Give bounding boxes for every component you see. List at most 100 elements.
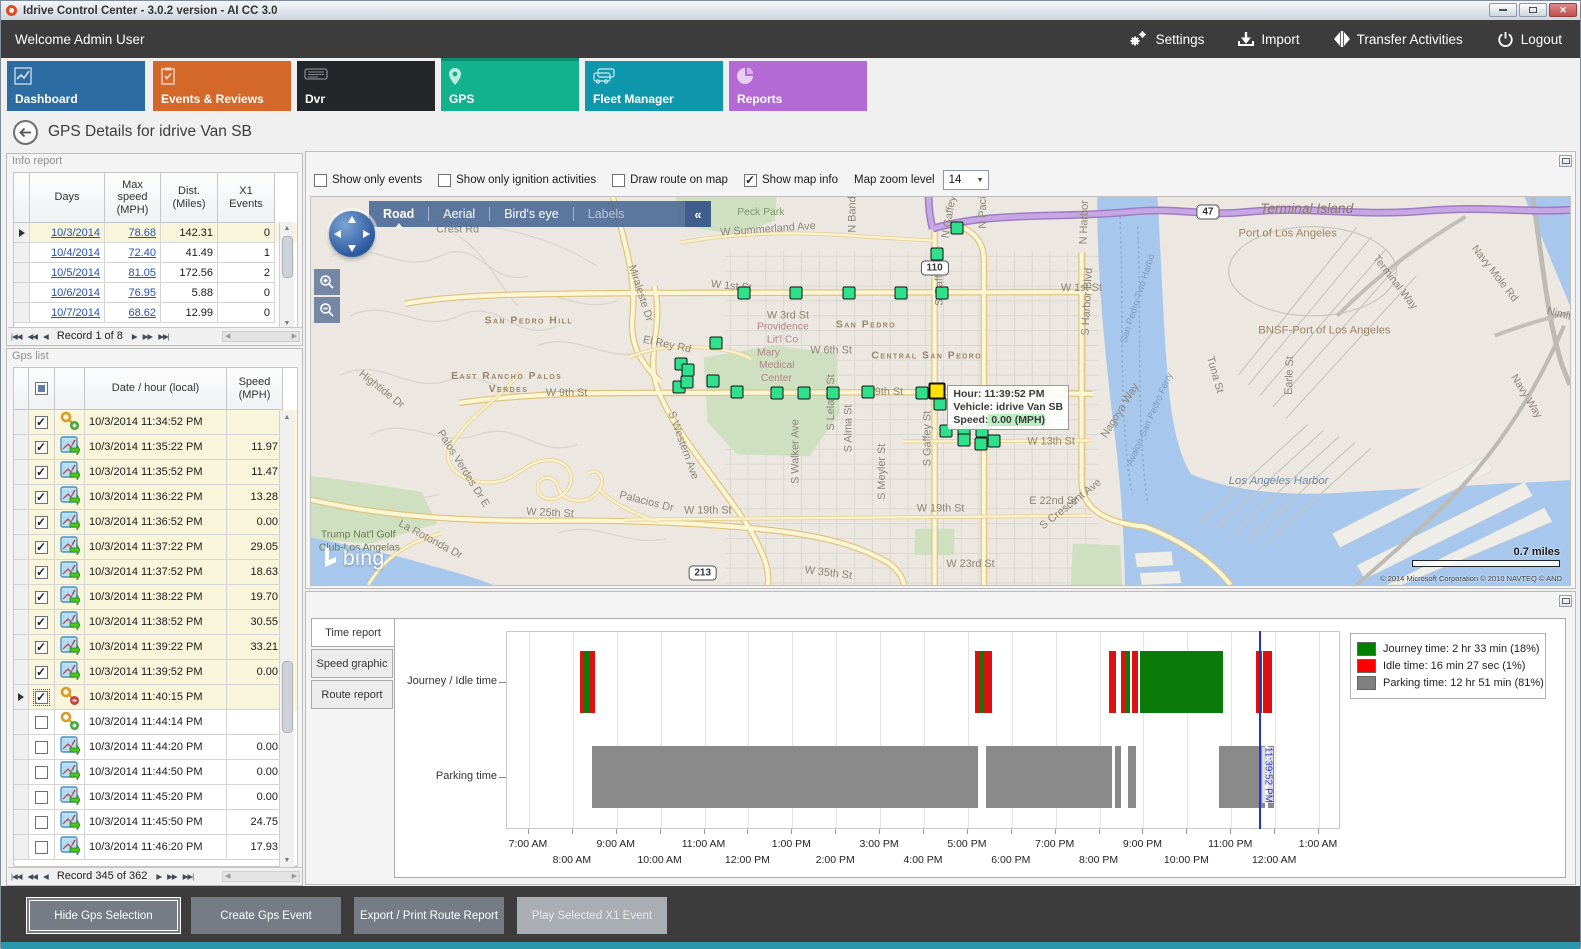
gps-list-row[interactable]: 10/3/2014 11:36:22 PM13.28 bbox=[14, 485, 297, 510]
gps-marker[interactable] bbox=[958, 433, 971, 446]
days-cell[interactable]: 10/3/2014 bbox=[30, 223, 105, 243]
row-checkbox-cell[interactable] bbox=[29, 460, 55, 485]
max-speed-link[interactable]: 76.95 bbox=[128, 287, 156, 299]
gps-marker[interactable] bbox=[790, 287, 803, 300]
gps-list-row[interactable]: 10/3/2014 11:44:50 PM0.00 bbox=[14, 760, 297, 785]
row-checkbox-cell[interactable] bbox=[29, 585, 55, 610]
gps-list-row[interactable]: 10/3/2014 11:44:14 PM bbox=[14, 710, 297, 735]
row-checkbox[interactable] bbox=[35, 591, 48, 604]
row-checkbox[interactable] bbox=[35, 416, 48, 429]
pager-prev-page-button[interactable]: ◀◀ bbox=[27, 332, 37, 341]
gps-list-row[interactable]: 10/3/2014 11:45:50 PM24.75 bbox=[14, 810, 297, 835]
row-checkbox-cell[interactable] bbox=[29, 635, 55, 660]
map-option-3[interactable]: Draw route on map bbox=[612, 174, 728, 187]
gps-marker[interactable] bbox=[842, 287, 855, 300]
map-option-checkbox[interactable] bbox=[612, 174, 625, 187]
gps-marker[interactable] bbox=[770, 386, 783, 399]
days-cell[interactable]: 10/6/2014 bbox=[30, 283, 105, 303]
map-option-4[interactable]: Show map info bbox=[744, 174, 838, 187]
row-checkbox[interactable] bbox=[35, 766, 48, 779]
table-row[interactable]: 10/3/201478.68142.310 bbox=[14, 223, 297, 243]
pager-prev-button[interactable]: ◀ bbox=[43, 332, 48, 341]
row-checkbox[interactable] bbox=[35, 791, 48, 804]
max-speed-cell[interactable]: 76.95 bbox=[105, 283, 161, 303]
map-option-1[interactable]: Show only events bbox=[314, 174, 422, 187]
row-checkbox-cell[interactable] bbox=[29, 610, 55, 635]
pager-prev-button[interactable]: ◀ bbox=[43, 872, 48, 881]
gps-marker[interactable] bbox=[930, 248, 943, 261]
logout-button[interactable]: Logout bbox=[1497, 31, 1562, 48]
column-header[interactable]: Speed (MPH) bbox=[227, 368, 283, 410]
pager-next-button[interactable]: ▶ bbox=[132, 332, 137, 341]
gps-marker[interactable] bbox=[680, 376, 693, 389]
tab-fleet-manager[interactable]: Fleet Manager bbox=[585, 61, 723, 111]
pager-first-button[interactable]: |◀◀ bbox=[11, 872, 21, 881]
gps-marker[interactable] bbox=[709, 336, 722, 349]
row-checkbox-cell[interactable] bbox=[29, 510, 55, 535]
row-checkbox-cell[interactable] bbox=[29, 535, 55, 560]
tab-speed-graphic[interactable]: Speed graphic bbox=[311, 649, 393, 678]
row-checkbox[interactable] bbox=[35, 841, 48, 854]
import-button[interactable]: Import bbox=[1238, 31, 1299, 47]
pager-next-page-button[interactable]: ▶▶ bbox=[143, 332, 153, 341]
map-bar-collapse-button[interactable]: « bbox=[685, 201, 711, 227]
tab-dvr[interactable]: Dvr bbox=[297, 61, 435, 111]
pager-h-scrollbar[interactable]: ◀▶ bbox=[222, 871, 300, 882]
column-header[interactable]: X1 Events bbox=[218, 173, 275, 223]
pager-h-scrollbar[interactable]: ◀▶ bbox=[222, 331, 300, 342]
row-checkbox-cell[interactable] bbox=[29, 435, 55, 460]
selected-gps-marker[interactable] bbox=[928, 383, 945, 400]
map-zoom-in-button[interactable] bbox=[314, 269, 340, 295]
row-checkbox-cell[interactable] bbox=[29, 485, 55, 510]
table-row[interactable]: 10/4/201472.4041.491 bbox=[14, 243, 297, 263]
gps-list-row[interactable]: 10/3/2014 11:44:20 PM0.00 bbox=[14, 735, 297, 760]
days-link[interactable]: 10/7/2014 bbox=[51, 307, 100, 319]
pager-next-page-button[interactable]: ▶▶ bbox=[167, 872, 177, 881]
row-checkbox[interactable] bbox=[35, 816, 48, 829]
transfer-activities-button[interactable]: Transfer Activities bbox=[1334, 30, 1463, 48]
row-checkbox[interactable] bbox=[35, 691, 48, 704]
row-checkbox-cell[interactable] bbox=[29, 735, 55, 760]
row-checkbox[interactable] bbox=[35, 641, 48, 654]
column-header[interactable]: Max speed (MPH) bbox=[105, 173, 161, 223]
row-checkbox-cell[interactable] bbox=[29, 785, 55, 810]
tab-time-report[interactable]: Time report bbox=[311, 618, 395, 647]
days-cell[interactable]: 10/4/2014 bbox=[30, 243, 105, 263]
gps-list-row[interactable]: 10/3/2014 11:46:20 PM17.93 bbox=[14, 835, 297, 860]
gps-list-row[interactable]: 10/3/2014 11:39:52 PM0.00 bbox=[14, 660, 297, 685]
map-option-checkbox[interactable] bbox=[314, 174, 327, 187]
gps-list-row[interactable]: 10/3/2014 11:39:22 PM33.21 bbox=[14, 635, 297, 660]
days-link[interactable]: 10/5/2014 bbox=[51, 267, 100, 279]
table-row[interactable]: 10/6/201476.955.880 bbox=[14, 283, 297, 303]
table-row[interactable]: 10/7/201468.6212.990 bbox=[14, 303, 297, 323]
map-layer-birdseye[interactable]: Bird's eye bbox=[504, 207, 559, 221]
close-button[interactable]: ✕ bbox=[1549, 3, 1577, 17]
chevron-down-icon[interactable]: ▼ bbox=[973, 171, 988, 189]
row-checkbox[interactable] bbox=[35, 616, 48, 629]
info-report-scrollbar[interactable]: ▲▼ bbox=[279, 222, 294, 330]
pager-prev-page-button[interactable]: ◀◀ bbox=[27, 872, 37, 881]
row-checkbox[interactable] bbox=[35, 516, 48, 529]
max-speed-cell[interactable]: 78.68 bbox=[105, 223, 161, 243]
map-zoom-level-select[interactable]: 14▼ bbox=[943, 170, 989, 190]
gps-list-scrollbar[interactable]: ▲▼ bbox=[279, 411, 294, 867]
days-cell[interactable]: 10/5/2014 bbox=[30, 263, 105, 283]
row-checkbox[interactable] bbox=[35, 666, 48, 679]
row-checkbox[interactable] bbox=[35, 441, 48, 454]
map-option-checkbox[interactable] bbox=[744, 174, 757, 187]
column-header[interactable]: Days bbox=[30, 173, 105, 223]
gps-marker[interactable] bbox=[731, 385, 744, 398]
map-option-2[interactable]: Show only ignition activities bbox=[438, 174, 596, 187]
max-speed-cell[interactable]: 68.62 bbox=[105, 303, 161, 323]
bing-map[interactable]: Crest RdMiraleste DrW Summerland AvePeck… bbox=[310, 196, 1571, 586]
gps-marker[interactable] bbox=[738, 287, 751, 300]
collapse-panel-button[interactable] bbox=[1559, 155, 1572, 167]
row-checkbox-cell[interactable] bbox=[29, 710, 55, 735]
row-checkbox-cell[interactable] bbox=[29, 410, 55, 435]
map-compass-control[interactable] bbox=[329, 211, 375, 257]
pager-first-button[interactable]: |◀◀ bbox=[11, 332, 21, 341]
gps-list-row[interactable]: 10/3/2014 11:37:52 PM18.63 bbox=[14, 560, 297, 585]
select-all-header[interactable] bbox=[29, 368, 55, 410]
row-checkbox-cell[interactable] bbox=[29, 660, 55, 685]
gps-list-row[interactable]: 10/3/2014 11:37:22 PM29.05 bbox=[14, 535, 297, 560]
